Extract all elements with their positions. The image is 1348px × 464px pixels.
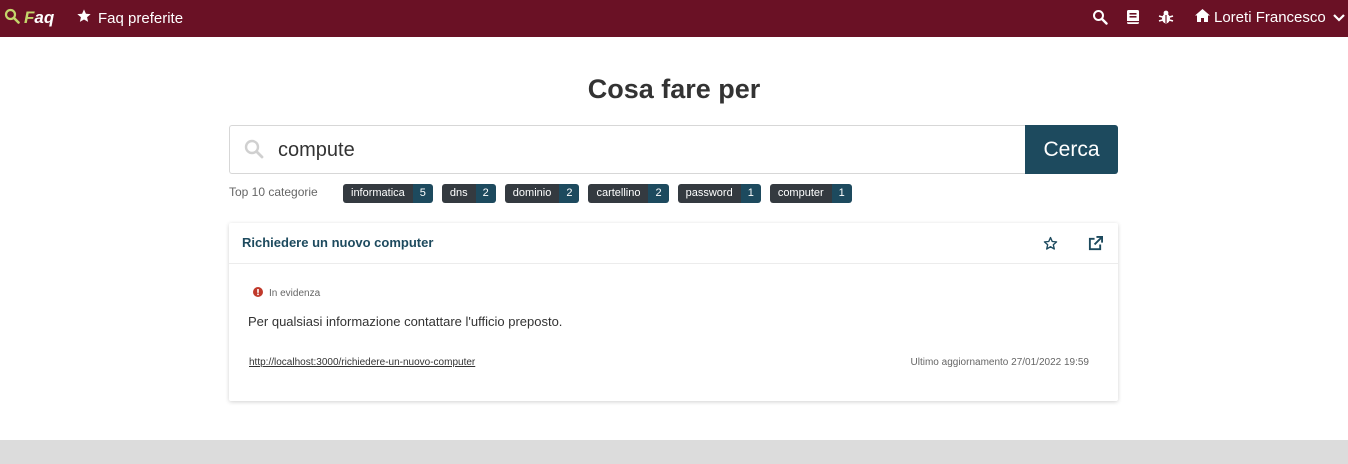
- external-link-icon[interactable]: [1086, 234, 1104, 252]
- highlight-badge: In evidenza: [253, 287, 320, 300]
- category-count: 1: [740, 184, 761, 203]
- category-badge[interactable]: dominio 2: [504, 184, 580, 203]
- category-badge[interactable]: dns 2: [441, 184, 496, 203]
- category-count: 2: [559, 184, 580, 203]
- favorite-star-icon[interactable]: [1041, 234, 1059, 252]
- favorites-link[interactable]: Faq preferite: [76, 8, 183, 28]
- search-icon[interactable]: [1091, 8, 1109, 26]
- search-button[interactable]: Cerca: [1025, 125, 1118, 174]
- search-field[interactable]: [229, 125, 1026, 174]
- search-bar: Cerca: [229, 125, 1118, 174]
- category-name: password: [677, 184, 741, 203]
- category-list: informatica 5 dns 2 dominio 2 cartellino 2 passw…: [343, 184, 861, 203]
- chevron-down-icon: [1332, 9, 1345, 26]
- brand-name: Faq: [24, 8, 55, 27]
- category-name: informatica: [343, 184, 413, 203]
- search-logo-icon: [4, 8, 20, 29]
- category-badge[interactable]: cartellino 2: [588, 184, 669, 203]
- faq-title[interactable]: Richiedere un nuovo computer: [242, 235, 433, 250]
- search-input[interactable]: [278, 136, 998, 164]
- category-count: 1: [831, 184, 852, 203]
- user-name: Loreti Francesco: [1214, 9, 1326, 26]
- category-badge[interactable]: password 1: [677, 184, 761, 203]
- bug-icon[interactable]: [1157, 8, 1175, 26]
- category-name: cartellino: [588, 184, 649, 203]
- star-icon: [76, 8, 92, 28]
- faq-card: Richiedere un nuovo computer In evidenza…: [229, 223, 1118, 401]
- category-count: 5: [412, 184, 433, 203]
- faq-body: Per qualsiasi informazione contattare l'…: [248, 314, 563, 329]
- category-name: dns: [441, 184, 476, 203]
- search-icon: [244, 139, 264, 164]
- home-icon: [1194, 8, 1211, 27]
- category-badge[interactable]: informatica 5: [343, 184, 433, 203]
- card-header: Richiedere un nuovo computer: [229, 223, 1118, 264]
- user-menu[interactable]: Loreti Francesco: [1194, 8, 1345, 27]
- favorites-label: Faq preferite: [98, 9, 184, 27]
- category-badge[interactable]: computer 1: [769, 184, 852, 203]
- category-name: computer: [769, 184, 832, 203]
- category-count: 2: [648, 184, 669, 203]
- highlight-label: In evidenza: [269, 288, 321, 299]
- alert-icon: [253, 287, 263, 300]
- book-icon[interactable]: [1124, 8, 1142, 26]
- faq-link[interactable]: http://localhost:3000/richiedere-un-nuov…: [249, 357, 475, 368]
- category-count: 2: [475, 184, 496, 203]
- footer: [0, 440, 1348, 464]
- brand-logo[interactable]: Faq: [4, 7, 54, 29]
- category-name: dominio: [504, 184, 560, 203]
- top-navbar: Faq Faq preferite Loreti Francesco: [0, 0, 1348, 37]
- page-title: Cosa fare per: [587, 74, 761, 104]
- categories-label: Top 10 categorie: [229, 185, 318, 199]
- last-updated: Ultimo aggiornamento 27/01/2022 19:59: [910, 357, 1089, 368]
